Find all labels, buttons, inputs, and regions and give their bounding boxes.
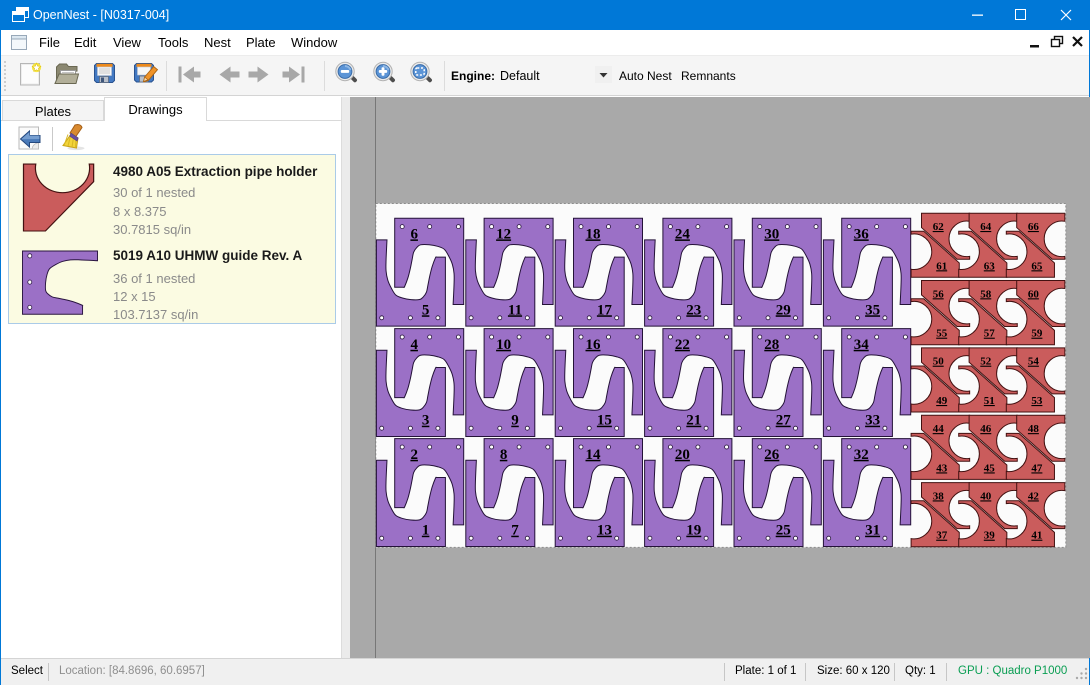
svg-text:21: 21 <box>686 413 701 429</box>
svg-text:64: 64 <box>980 221 992 233</box>
svg-text:63: 63 <box>984 260 996 272</box>
svg-text:51: 51 <box>984 395 995 407</box>
svg-text:39: 39 <box>984 530 996 542</box>
svg-text:46: 46 <box>980 423 992 435</box>
svg-text:35: 35 <box>865 302 880 318</box>
svg-text:18: 18 <box>586 226 601 242</box>
svg-text:44: 44 <box>933 423 945 435</box>
svg-text:26: 26 <box>764 447 780 463</box>
svg-text:15: 15 <box>597 413 612 429</box>
svg-text:57: 57 <box>984 328 996 340</box>
svg-text:56: 56 <box>933 288 945 300</box>
svg-text:34: 34 <box>854 337 870 353</box>
svg-text:60: 60 <box>1028 288 1040 300</box>
svg-text:13: 13 <box>597 523 612 539</box>
svg-text:25: 25 <box>776 523 791 539</box>
svg-text:2: 2 <box>410 447 418 463</box>
svg-text:47: 47 <box>1031 462 1043 474</box>
svg-text:14: 14 <box>586 447 602 463</box>
svg-text:61: 61 <box>936 260 947 272</box>
svg-text:59: 59 <box>1031 328 1043 340</box>
svg-text:53: 53 <box>1031 395 1043 407</box>
svg-text:1: 1 <box>422 523 430 539</box>
svg-text:31: 31 <box>865 523 880 539</box>
svg-text:48: 48 <box>1028 423 1040 435</box>
svg-text:17: 17 <box>597 302 613 318</box>
svg-text:12: 12 <box>496 226 511 242</box>
svg-text:54: 54 <box>1028 356 1040 368</box>
svg-text:28: 28 <box>764 337 779 353</box>
svg-text:6: 6 <box>410 226 418 242</box>
svg-text:49: 49 <box>936 395 948 407</box>
svg-text:36: 36 <box>854 226 870 242</box>
svg-text:52: 52 <box>980 356 992 368</box>
svg-text:66: 66 <box>1028 221 1040 233</box>
svg-text:19: 19 <box>686 523 701 539</box>
svg-text:16: 16 <box>586 337 602 353</box>
svg-text:30: 30 <box>764 226 779 242</box>
svg-text:20: 20 <box>675 447 690 463</box>
svg-text:55: 55 <box>936 328 948 340</box>
svg-text:10: 10 <box>496 337 511 353</box>
svg-text:8: 8 <box>500 447 508 463</box>
svg-text:33: 33 <box>865 413 880 429</box>
svg-text:40: 40 <box>980 490 992 502</box>
svg-text:24: 24 <box>675 226 691 242</box>
svg-text:5: 5 <box>422 302 430 318</box>
svg-text:11: 11 <box>508 302 522 318</box>
svg-text:4: 4 <box>410 337 418 353</box>
svg-text:50: 50 <box>933 356 945 368</box>
svg-text:45: 45 <box>984 462 996 474</box>
svg-text:62: 62 <box>933 221 945 233</box>
svg-text:22: 22 <box>675 337 690 353</box>
svg-text:32: 32 <box>854 447 869 463</box>
svg-text:3: 3 <box>422 413 430 429</box>
svg-text:42: 42 <box>1028 490 1040 502</box>
svg-text:7: 7 <box>511 523 519 539</box>
svg-text:58: 58 <box>980 288 992 300</box>
svg-text:65: 65 <box>1031 260 1043 272</box>
svg-text:29: 29 <box>776 302 791 318</box>
svg-text:27: 27 <box>776 413 792 429</box>
svg-text:37: 37 <box>936 530 948 542</box>
svg-text:43: 43 <box>936 462 948 474</box>
svg-text:9: 9 <box>511 413 519 429</box>
svg-text:41: 41 <box>1031 530 1042 542</box>
svg-text:23: 23 <box>686 302 701 318</box>
svg-text:38: 38 <box>933 490 945 502</box>
